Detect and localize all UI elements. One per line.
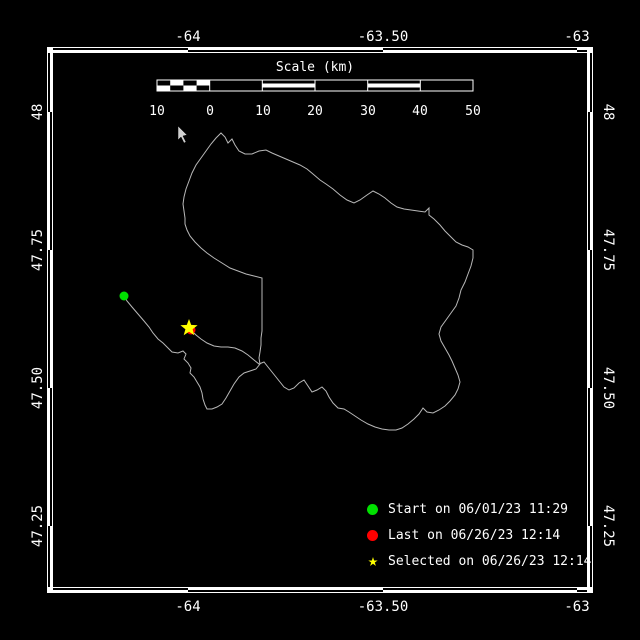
- scalebar-tick-label: 10: [255, 104, 271, 119]
- plot-border-segment: [188, 48, 383, 50]
- plot-border-segment: [47, 587, 53, 593]
- scalebar-checker-cell: [170, 80, 184, 86]
- scalebar-checker-cell: [196, 80, 210, 86]
- plot-border-segment: [383, 50, 577, 52]
- plot-border-segment: [47, 47, 53, 53]
- legend-label: Selected on 06/26/23 12:14: [388, 553, 592, 569]
- scalebar-checker-cell: [157, 85, 171, 91]
- plot-border-segment: [47, 590, 188, 592]
- lon-axis-label-top: -63: [564, 29, 590, 45]
- last-marker-icon: [367, 529, 378, 541]
- scalebar-tick-label: 20: [307, 104, 323, 119]
- lat-axis-label-right: 47.50: [600, 366, 616, 410]
- plot-border-segment: [50, 250, 52, 388]
- mouse-cursor-icon: [177, 125, 188, 144]
- start-marker-icon: [367, 503, 378, 515]
- legend-item-start: Start on 06/01/23 11:29: [358, 498, 568, 520]
- plot-border-segment: [588, 47, 590, 112]
- lon-axis-label-bottom: -64: [175, 599, 201, 615]
- scalebar-tick-label: 10: [149, 104, 165, 119]
- lat-axis-label-left: 47.50: [30, 366, 46, 410]
- start-point: [119, 291, 129, 301]
- plot-border-segment: [50, 47, 52, 112]
- scalebar-title: Scale (km): [275, 60, 355, 75]
- lon-axis-label-top: -64: [175, 29, 201, 45]
- lat-axis-label-left: 47.75: [30, 228, 46, 272]
- plot-border-segment: [590, 112, 592, 250]
- lon-axis-label-top: -63.50: [357, 29, 409, 45]
- legend-item-last: Last on 06/26/23 12:14: [358, 524, 560, 546]
- scalebar-checker-cell: [183, 85, 197, 91]
- scalebar-tick-label: 0: [206, 104, 214, 119]
- plot-border-segment: [588, 250, 590, 388]
- scalebar-tick-label: 40: [412, 104, 428, 119]
- lat-axis-label-left: 48: [30, 103, 46, 121]
- legend-label: Last on 06/26/23 12:14: [388, 527, 561, 543]
- lon-axis-label-bottom: -63.50: [357, 599, 409, 615]
- plot-border-segment: [587, 47, 593, 53]
- plot-border-segment: [590, 388, 592, 526]
- legend-label: Start on 06/01/23 11:29: [388, 501, 569, 517]
- lon-axis-label-bottom: -63: [564, 599, 590, 615]
- plot-border-segment: [383, 590, 577, 592]
- plot-border-segment: [47, 50, 188, 52]
- plot-border-segment: [587, 587, 593, 593]
- plot-border-segment: [48, 112, 50, 250]
- scalebar-tick-label: 30: [360, 104, 376, 119]
- lat-axis-label-left: 47.25: [30, 504, 46, 548]
- scalebar-band: [262, 83, 315, 88]
- drifter-track: [123, 132, 474, 431]
- selected-marker-icon: ★: [367, 550, 379, 571]
- plot-border-segment: [50, 526, 52, 590]
- lat-axis-label-right: 48: [600, 103, 616, 121]
- lat-axis-label-right: 47.75: [600, 228, 616, 272]
- scalebar-tick-label: 50: [465, 104, 481, 119]
- plot-border-segment: [188, 588, 383, 590]
- scalebar-band: [367, 83, 421, 88]
- map-plot-window: -64 -63.50 -63 -64 -63.50 -63 48 47.75 4…: [0, 0, 640, 640]
- legend-item-selected: ★ Selected on 06/26/23 12:14: [358, 550, 592, 572]
- plot-border-segment: [48, 388, 50, 526]
- lat-axis-label-right: 47.25: [600, 504, 616, 548]
